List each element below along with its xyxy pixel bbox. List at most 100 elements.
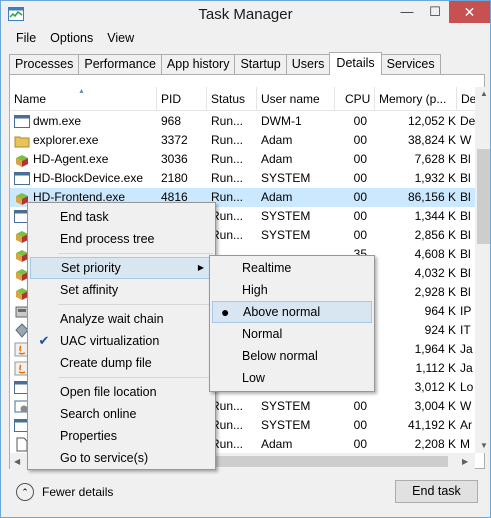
tab-services[interactable]: Services	[380, 54, 441, 75]
scroll-down-icon[interactable]: ▼	[480, 441, 488, 450]
menu-item-analyze-wait-chain[interactable]: Analyze wait chain	[30, 308, 213, 330]
cell-status: Run...	[211, 418, 244, 432]
menu-item-search-online[interactable]: Search online	[30, 403, 213, 425]
cell-cpu: 00	[353, 437, 367, 451]
vertical-scroll-thumb[interactable]	[477, 149, 490, 244]
menu-item-label: Search online	[60, 407, 137, 421]
menu-item-label: Open file location	[60, 385, 157, 399]
column-pid[interactable]: PID	[157, 87, 207, 111]
menu-bar: File Options View	[1, 29, 490, 49]
cell-memory: 4,032 K	[414, 266, 456, 280]
menu-item-go-to-service-s[interactable]: Go to service(s)	[30, 447, 213, 469]
fewer-details-label[interactable]: Fewer details	[42, 485, 113, 499]
menu-item-set-affinity[interactable]: Set affinity	[30, 279, 213, 301]
column-user-name[interactable]: User name	[257, 87, 335, 111]
fewer-details-toggle[interactable]: ⌃ Fewer details	[16, 483, 113, 501]
cell-pid: 3372	[161, 133, 188, 147]
scroll-up-icon[interactable]: ▲	[480, 89, 488, 98]
priority-label: High	[242, 283, 268, 297]
priority-label: Realtime	[242, 261, 292, 275]
cell-cpu: 00	[353, 209, 367, 223]
menu-item-label: Analyze wait chain	[60, 312, 164, 326]
menu-item-create-dump-file[interactable]: Create dump file	[30, 352, 213, 374]
minimize-button[interactable]: —	[393, 1, 421, 23]
menu-item-uac-virtualization[interactable]: ✔ UAC virtualization	[30, 330, 213, 352]
cell-desc: De	[460, 114, 475, 128]
tab-details[interactable]: Details	[329, 52, 382, 75]
checkmark-icon: ✔	[38, 333, 50, 348]
cell-memory: 924 K	[424, 323, 456, 337]
task-manager-window: Task Manager — ☐ ✕ File Options View Pro…	[0, 0, 491, 518]
tab-processes[interactable]: Processes	[9, 54, 80, 75]
column-description[interactable]: De	[457, 87, 475, 111]
cell-user: Adam	[261, 152, 293, 166]
priority-high[interactable]: High	[212, 279, 372, 301]
menu-item-end-task[interactable]: End task	[30, 206, 213, 228]
cell-memory: 2,208 K	[414, 437, 456, 451]
cell-memory: 1,112 K	[415, 361, 456, 375]
cell-status: Run...	[211, 114, 244, 128]
title-bar[interactable]: Task Manager — ☐ ✕	[1, 1, 490, 29]
cell-status: Run...	[211, 171, 244, 185]
menu-item-label: End process tree	[60, 232, 155, 246]
cell-desc: W	[460, 133, 472, 147]
cell-desc: Bl	[460, 285, 471, 299]
menu-item-properties[interactable]: Properties	[30, 425, 213, 447]
menu-separator	[58, 304, 213, 305]
cell-cpu: 00	[353, 190, 367, 204]
table-row[interactable]: dwm.exe 968 Run... DWM-1 00 12,052 K De	[10, 112, 475, 131]
cell-desc: Bl	[460, 190, 471, 204]
priority-realtime[interactable]: Realtime	[212, 257, 372, 279]
table-row[interactable]: explorer.exe 3372 Run... Adam 00 38,824 K W	[10, 131, 475, 150]
vertical-scrollbar[interactable]: ▲ ▼	[475, 87, 490, 453]
collapse-chevron-icon[interactable]: ⌃	[16, 483, 34, 501]
tab-users[interactable]: Users	[285, 54, 331, 75]
menu-file[interactable]: File	[9, 29, 43, 49]
column-name[interactable]: Name	[10, 87, 157, 111]
tab-startup[interactable]: Startup	[234, 54, 287, 75]
radio-dot-icon: ●	[221, 304, 230, 320]
menu-item-end-process-tree[interactable]: End process tree	[30, 228, 213, 250]
cell-user: SYSTEM	[261, 228, 311, 242]
column-status[interactable]: Status	[207, 87, 257, 111]
priority-label: Below normal	[242, 349, 318, 363]
scroll-right-icon[interactable]: ▶	[462, 457, 468, 466]
maximize-button[interactable]: ☐	[421, 1, 449, 23]
priority-above-normal[interactable]: ● Above normal	[212, 301, 372, 323]
close-button[interactable]: ✕	[449, 1, 490, 23]
priority-label: Low	[242, 371, 265, 385]
tab-performance[interactable]: Performance	[78, 54, 162, 75]
end-task-button[interactable]: End task	[395, 480, 478, 503]
cell-user: SYSTEM	[261, 171, 311, 185]
cell-status: Run...	[211, 437, 244, 451]
cell-memory: 38,824 K	[407, 133, 456, 147]
scroll-left-icon[interactable]: ◀	[14, 457, 20, 466]
cell-cpu: 00	[353, 152, 367, 166]
priority-normal[interactable]: Normal	[212, 323, 372, 345]
blocks-icon	[16, 155, 28, 167]
cell-memory: 3,012 K	[414, 380, 456, 394]
cell-desc: Bl	[460, 247, 471, 261]
column-memory[interactable]: Memory (p...	[375, 87, 457, 111]
cell-cpu: 00	[353, 399, 367, 413]
column-cpu[interactable]: CPU	[335, 87, 375, 111]
table-row[interactable]: HD-Agent.exe 3036 Run... Adam 00 7,628 K Bl	[10, 150, 475, 169]
menu-view[interactable]: View	[100, 29, 141, 49]
menu-item-set-priority[interactable]: Set priority ▶	[30, 257, 213, 279]
menu-item-open-file-location[interactable]: Open file location	[30, 381, 213, 403]
cell-status: Run...	[211, 209, 244, 223]
menu-options[interactable]: Options	[43, 29, 100, 49]
table-header: ▲ Name PID Status User name CPU Memory (…	[10, 87, 475, 111]
cell-user: SYSTEM	[261, 418, 311, 432]
tab-app-history[interactable]: App history	[160, 54, 236, 75]
table-row[interactable]: HD-BlockDevice.exe 2180 Run... SYSTEM 00 1,93…	[10, 169, 475, 188]
process-name: HD-Agent.exe	[33, 152, 109, 166]
cell-status: Run...	[211, 152, 244, 166]
submenu-arrow-icon: ▶	[197, 263, 204, 272]
menu-item-label: UAC virtualization	[60, 334, 160, 348]
context-menu: End task End process tree Set priority ▶ Set…	[27, 202, 216, 470]
priority-below-normal[interactable]: Below normal	[212, 345, 372, 367]
cell-memory: 4,608 K	[414, 247, 456, 261]
menu-item-label: Go to service(s)	[60, 451, 149, 465]
priority-low[interactable]: Low	[212, 367, 372, 389]
